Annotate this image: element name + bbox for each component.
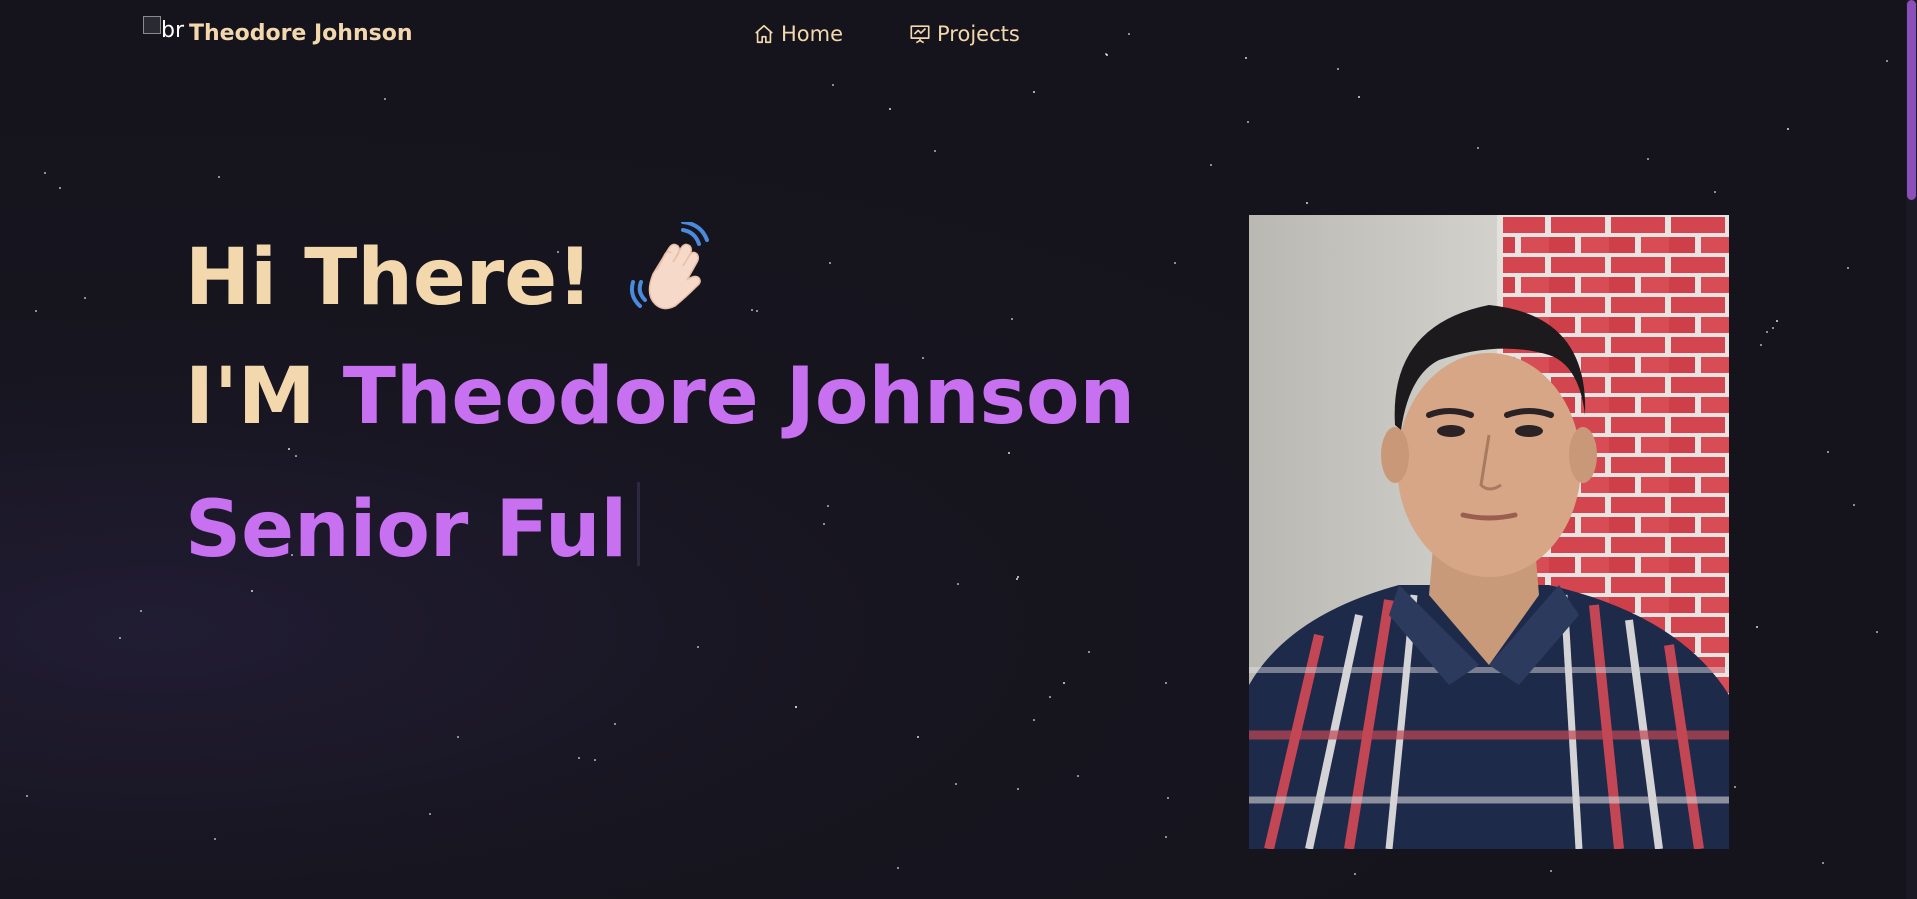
typed-role: Senior Ful xyxy=(185,485,628,575)
typing-caret xyxy=(637,482,641,566)
greeting-text: Hi There! xyxy=(185,233,593,323)
broken-image-icon xyxy=(143,16,161,34)
nav-link-projects[interactable]: Projects xyxy=(909,22,1020,46)
brand-name[interactable]: Theodore Johnson xyxy=(189,21,413,46)
scrollbar-thumb[interactable] xyxy=(1907,0,1916,200)
page: br Theodore Johnson Home Projects Hi The… xyxy=(0,0,1917,899)
presentation-icon xyxy=(910,25,930,44)
waving-hand-icon xyxy=(623,220,713,331)
nav-link-home[interactable]: Home xyxy=(753,22,843,46)
nav-link-label: Projects xyxy=(937,22,1020,46)
profile-photo xyxy=(1249,215,1729,849)
typewriter-text: Senior Ful xyxy=(185,482,641,575)
navbar: br Theodore Johnson Home Projects xyxy=(0,0,1900,78)
hero-greeting: Hi There! xyxy=(185,220,713,331)
intro-prefix: I'M xyxy=(185,352,316,442)
brand[interactable]: br Theodore Johnson xyxy=(143,16,413,50)
nav-link-label: Home xyxy=(781,22,844,46)
home-icon xyxy=(755,24,773,44)
brand-logo-image[interactable]: br xyxy=(143,16,189,50)
brand-logo-alt-text: br xyxy=(161,18,185,43)
hero-name: Theodore Johnson xyxy=(342,352,1136,442)
nav-links: Home Projects xyxy=(753,22,1086,46)
hero-intro: I'M Theodore Johnson xyxy=(185,352,1135,442)
scrollbar[interactable] xyxy=(1906,0,1917,899)
